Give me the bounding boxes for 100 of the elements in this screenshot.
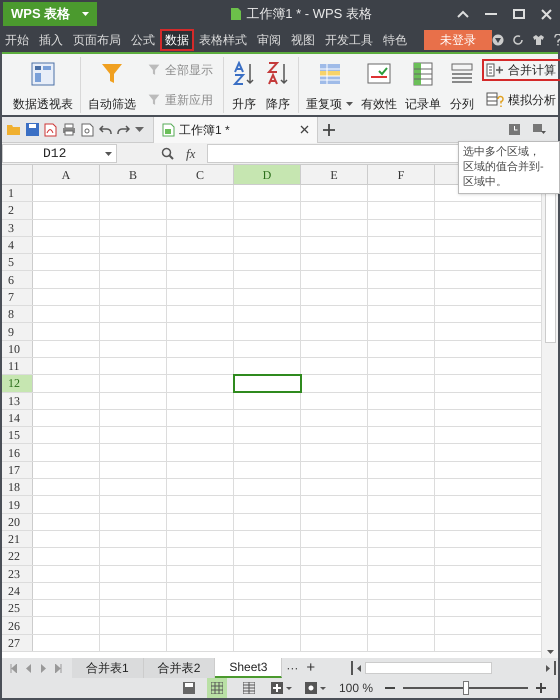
caret-icon[interactable] (135, 127, 144, 132)
row-header[interactable]: 15 (2, 427, 33, 444)
ribbon-button[interactable]: 分列 (448, 56, 476, 112)
app-menu-button[interactable]: WPS 表格 (3, 2, 98, 26)
horizontal-scrollbar[interactable] (351, 661, 556, 675)
row-header[interactable]: 11 (2, 358, 33, 374)
row-header[interactable]: 7 (2, 288, 33, 306)
caret-icon (105, 152, 112, 156)
redo-icon[interactable] (117, 124, 130, 134)
row-header[interactable]: 12 (2, 375, 33, 392)
row-header[interactable]: 5 (2, 254, 33, 270)
save-icon[interactable] (182, 682, 195, 694)
sheet-tab[interactable]: Sheet3 (215, 658, 282, 678)
row-header[interactable]: 25 (2, 600, 33, 616)
filter-icon (147, 92, 161, 106)
view-button[interactable] (206, 678, 227, 698)
ribbon-button[interactable]: 数据透视表 (12, 56, 74, 112)
name-box[interactable]: D12 (2, 144, 117, 163)
scroll-right-icon[interactable] (546, 664, 550, 672)
row-header[interactable]: 6 (2, 271, 33, 288)
more-sheets-button[interactable]: ··· (282, 659, 302, 677)
caret-icon (82, 12, 90, 16)
row-header[interactable]: 26 (2, 617, 33, 634)
row-header[interactable]: 3 (2, 220, 33, 236)
selected-cell[interactable] (234, 375, 301, 392)
menu-tab[interactable]: 数据 (160, 29, 194, 51)
plus-icon[interactable] (323, 124, 335, 136)
window-menu-icon[interactable] (533, 124, 546, 135)
print-preview-icon[interactable] (81, 122, 94, 136)
menu-tab[interactable]: 表格样式 (194, 29, 252, 51)
pdf-icon[interactable] (44, 122, 57, 136)
column-header[interactable]: F (368, 165, 435, 184)
column-header[interactable]: E (301, 165, 368, 184)
print-icon[interactable] (62, 123, 76, 136)
menu-tab[interactable]: 审阅 (252, 29, 286, 51)
row-header[interactable]: 21 (2, 530, 33, 548)
add-sheet-button[interactable]: + (302, 656, 320, 680)
row-header[interactable]: 19 (2, 496, 33, 513)
document-tab-label: 工作簿1 * (179, 122, 230, 138)
window-title: 工作簿1 * - WPS 表格 (246, 5, 372, 24)
row-header[interactable]: 10 (2, 340, 33, 357)
sheet-tab[interactable]: 合并表2 (144, 658, 216, 678)
row-header[interactable]: 1 (2, 185, 33, 202)
save-icon[interactable] (26, 123, 39, 136)
menu-tab[interactable]: 开始 (0, 29, 34, 51)
skin-icon[interactable] (492, 34, 504, 46)
row-header[interactable]: 8 (2, 306, 33, 322)
row-header[interactable]: 14 (2, 410, 33, 426)
ribbon-button[interactable]: 降序 (264, 56, 292, 112)
insert-dropdown-icon[interactable] (270, 682, 293, 694)
row-header[interactable]: 13 (2, 392, 33, 409)
menu-tab[interactable]: 特色 (378, 29, 412, 51)
zoom-search-icon[interactable] (161, 147, 174, 160)
row-header[interactable]: 20 (2, 514, 33, 530)
ribbon-button[interactable]: 记录单 (404, 56, 442, 112)
ribbon-button[interactable]: 自动筛选 (87, 56, 137, 112)
validation-icon (366, 60, 392, 86)
row-header[interactable]: 9 (2, 323, 33, 340)
zoom-slider[interactable] (403, 681, 528, 695)
clock-icon[interactable] (509, 124, 520, 135)
menu-tab[interactable]: 页面布局 (68, 29, 126, 51)
row-header[interactable]: 27 (2, 634, 33, 652)
ribbon-button[interactable]: 有效性 (360, 56, 398, 112)
shirt-icon[interactable] (532, 34, 545, 46)
sheet-tab[interactable]: 合并表1 (72, 658, 144, 678)
row-header[interactable]: 22 (2, 548, 33, 565)
column-header[interactable]: D (234, 165, 301, 184)
column-header[interactable]: A (33, 165, 100, 184)
row-header[interactable]: 16 (2, 444, 33, 461)
maximize-icon[interactable] (513, 9, 525, 19)
menu-tab[interactable]: 开发工具 (320, 29, 378, 51)
function-button[interactable]: fx (182, 144, 200, 164)
column-header[interactable]: B (100, 165, 167, 184)
ribbon-button[interactable]: 重复项 (305, 56, 354, 112)
tooltip: 选中多个区域， 区域的值合并到- 区域中。 (458, 141, 560, 194)
row-header[interactable]: 23 (2, 566, 33, 582)
merge-calculation-icon (486, 62, 504, 76)
zoom-in-icon[interactable] (536, 683, 546, 693)
scroll-left-icon[interactable] (357, 664, 362, 672)
refresh-icon[interactable] (512, 34, 524, 46)
menu-tab[interactable]: 公式 (126, 29, 160, 51)
reading-mode-icon[interactable] (304, 682, 327, 694)
ribbon-button[interactable]: 升序 (230, 56, 258, 112)
ribbon-button[interactable]: 合并计算 (482, 58, 560, 80)
menu-tab[interactable]: 视图 (286, 29, 320, 51)
row-header[interactable]: 24 (2, 582, 33, 600)
row-header[interactable]: 17 (2, 462, 33, 478)
collapse-icon[interactable] (457, 10, 469, 18)
row-header[interactable]: 4 (2, 236, 33, 254)
document-icon (230, 7, 242, 21)
menu-tab[interactable]: 插入 (34, 29, 68, 51)
caret-icon (546, 650, 554, 654)
row-header[interactable]: 2 (2, 202, 33, 219)
undo-icon[interactable] (99, 124, 112, 134)
zoom-slider-thumb[interactable] (462, 681, 468, 695)
ribbon-button[interactable]: 模拟分析 (482, 88, 560, 110)
close-icon[interactable] (300, 125, 309, 134)
caret-icon (346, 102, 353, 106)
document-tab[interactable]: 工作簿1 * (153, 116, 318, 142)
row-header[interactable]: 18 (2, 479, 33, 496)
